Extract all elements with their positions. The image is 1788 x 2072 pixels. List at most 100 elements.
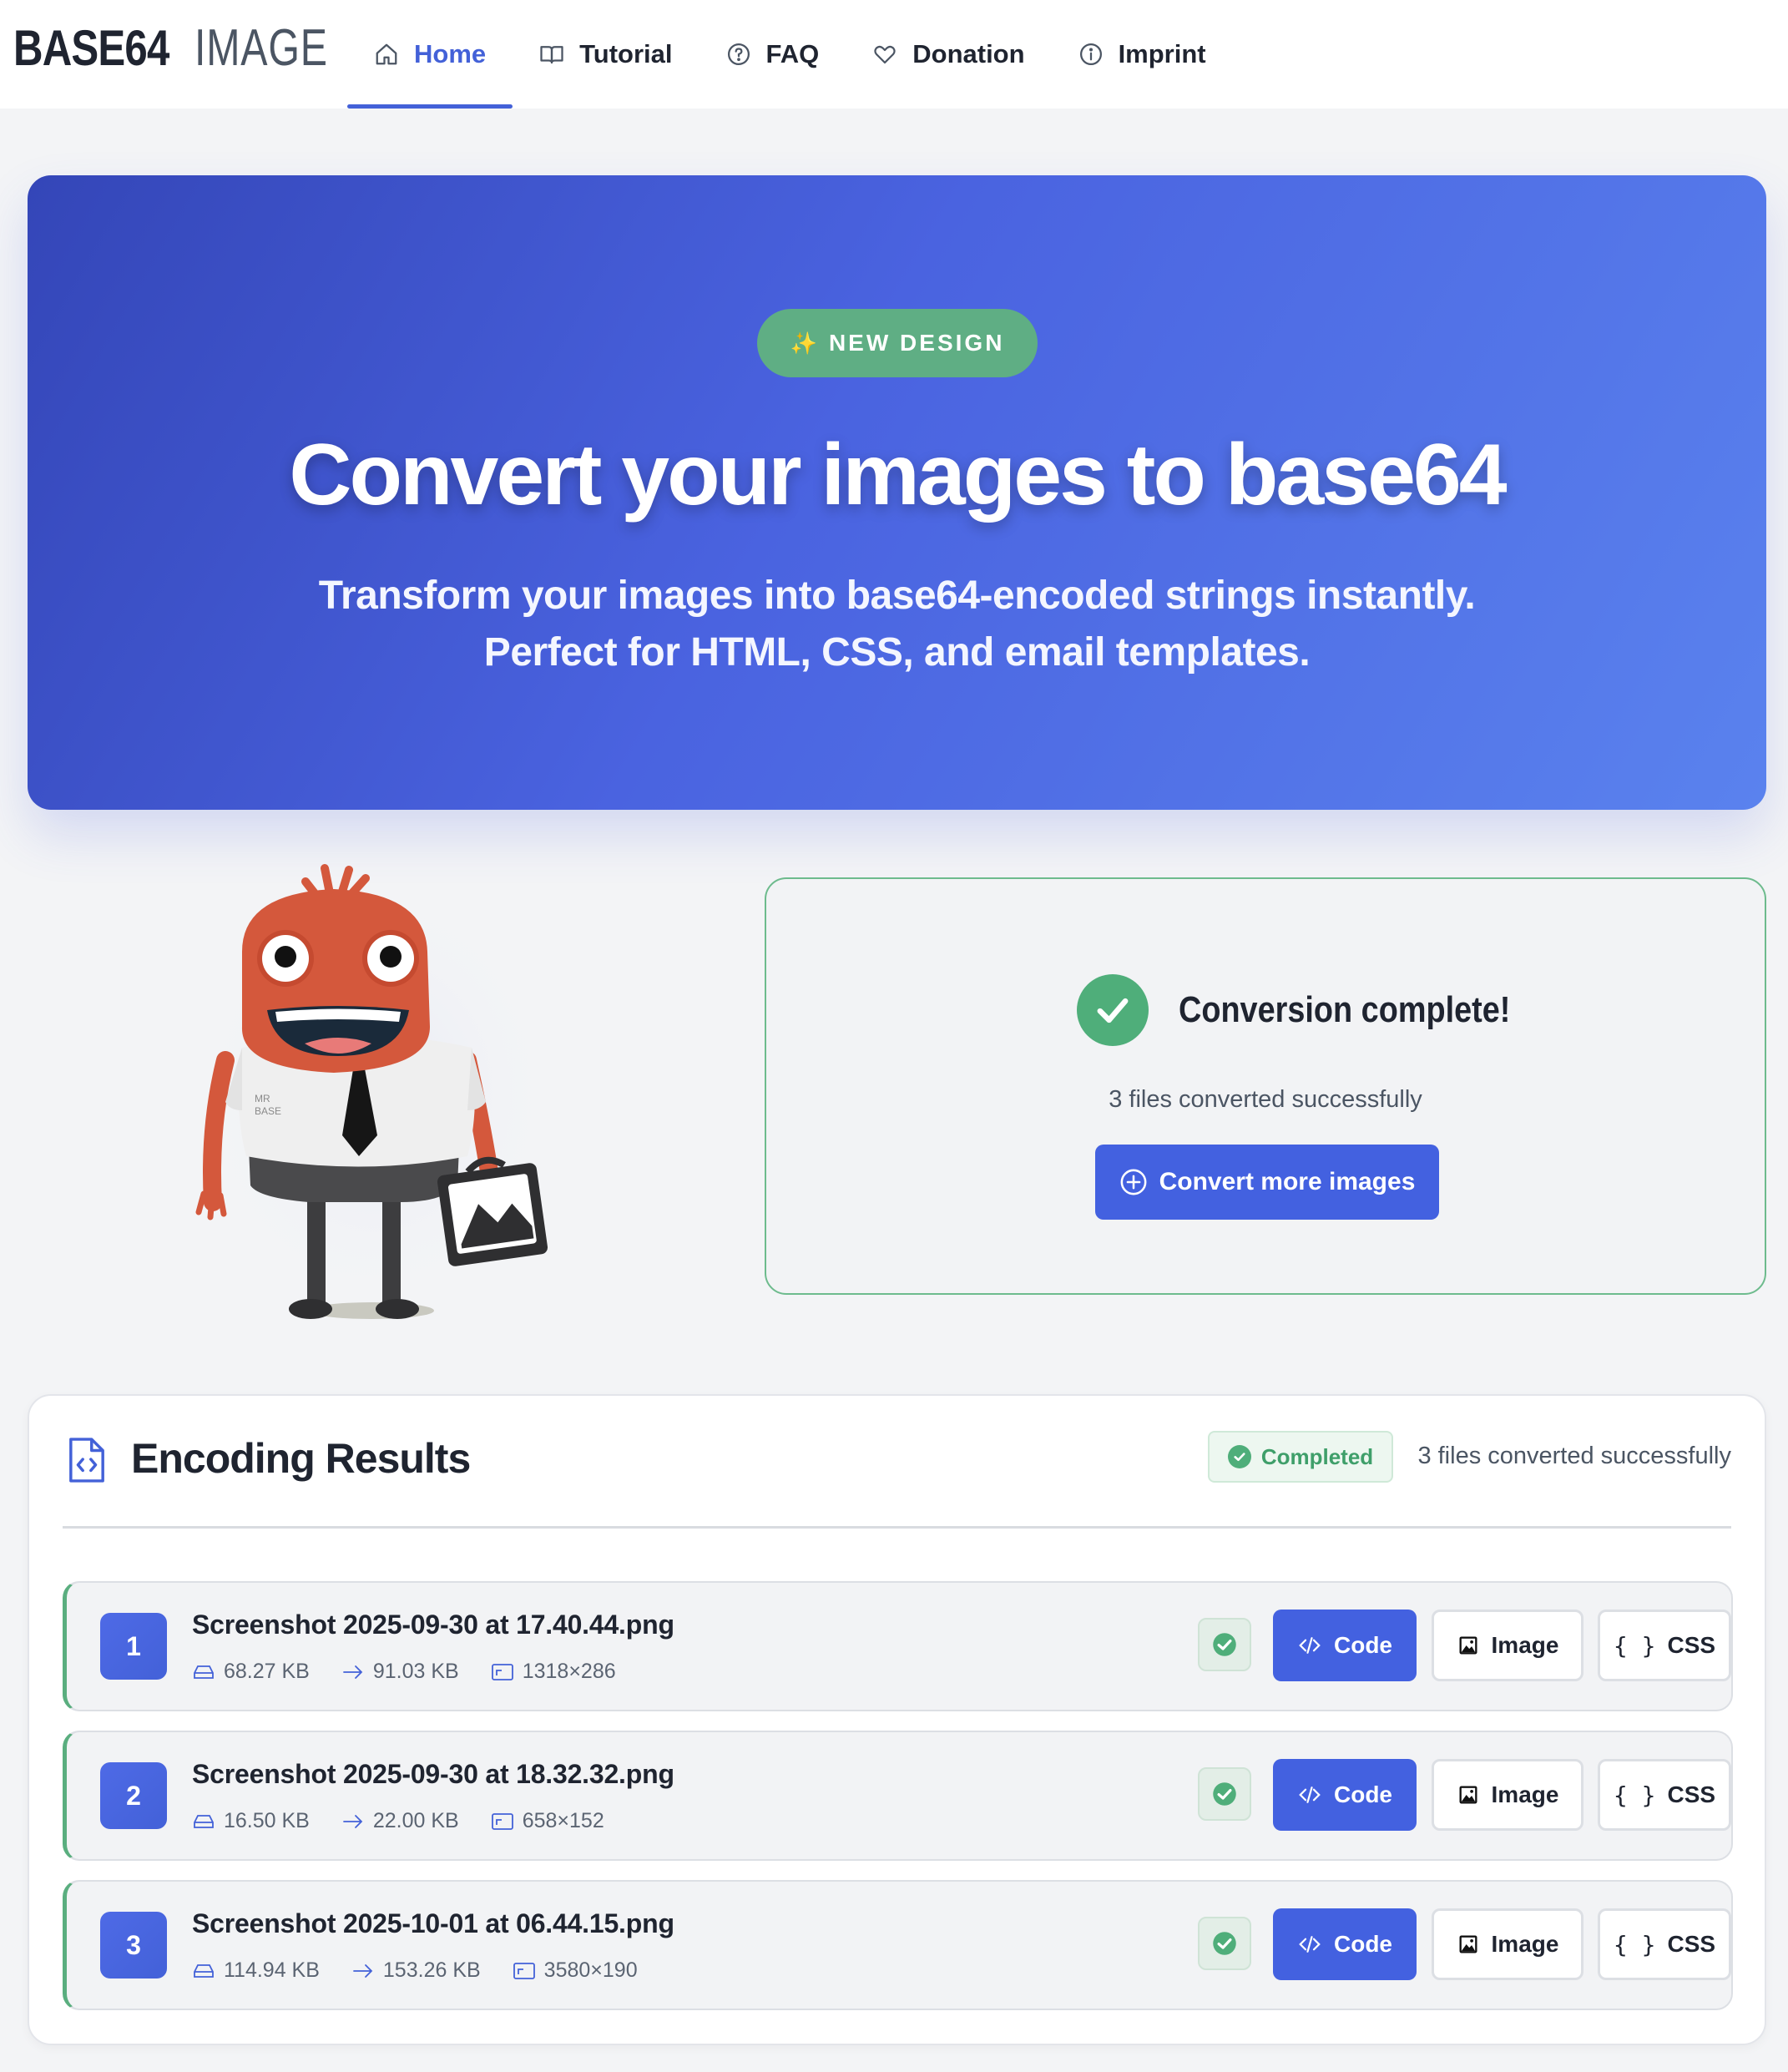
encoding-results-card: Encoding Results Completed 3 files conve… [28,1394,1766,2045]
home-icon [374,42,399,67]
file-row: 1 Screenshot 2025-09-30 at 17.40.44.png … [63,1581,1733,1711]
hero-subtitle-line2: Perfect for HTML, CSS, and email templat… [483,630,1311,675]
success-check-icon [1198,1767,1251,1821]
code-button[interactable]: Code [1273,1759,1417,1831]
image-button-label: Image [1491,1931,1559,1957]
code-button[interactable]: Code [1273,1610,1417,1681]
status-badge: Completed [1208,1431,1393,1483]
braces-icon: { } [1613,1781,1656,1809]
conversion-subtitle: 3 files converted successfully [1109,1086,1422,1113]
code-button[interactable]: Code [1273,1908,1417,1980]
nav-faq-label: FAQ [765,39,820,68]
encoded-size: 91.03 KB [372,1660,459,1683]
css-button[interactable]: { } CSS [1598,1610,1731,1681]
hero-banner: ✨ NEW DESIGN Convert your images to base… [28,175,1766,810]
nav-donation-label: Donation [912,39,1025,68]
hero-subtitle-line1: Transform your images into base64-encode… [318,574,1476,618]
file-code-icon [68,1436,106,1484]
svg-text:MR: MR [255,1093,270,1104]
check-circle-icon [1077,974,1149,1046]
image-button[interactable]: Image [1432,1759,1583,1831]
code-icon [1297,1782,1322,1807]
convert-more-label: Convert more images [1159,1168,1416,1195]
code-button-label: Code [1334,1781,1392,1807]
file-name: Screenshot 2025-10-01 at 06.44.15.png [192,1908,674,1938]
nav-tutorial[interactable]: Tutorial [513,0,699,109]
arrow-right-icon [341,1663,365,1681]
convert-more-button[interactable]: Convert more images [1095,1145,1439,1220]
image-icon [1457,1783,1480,1807]
css-button[interactable]: { } CSS [1598,1908,1731,1980]
image-dimensions: 658×152 [522,1809,604,1832]
original-size: 68.27 KB [224,1660,310,1683]
sparkle-icon: ✨ [790,330,817,356]
new-design-badge: ✨ NEW DESIGN [757,309,1038,377]
top-header: BASE64 IMAGE Home Tutorial FAQ Donation [0,0,1788,109]
info-icon [1078,42,1104,67]
nav-home-label: Home [414,39,487,68]
image-icon [1457,1634,1480,1657]
logo-base-text: BASE64 [13,20,169,76]
hero-subtitle: Transform your images into base64-encode… [278,568,1516,681]
plus-circle-icon [1119,1168,1148,1196]
nav-home[interactable]: Home [347,0,513,109]
divider [63,1526,1731,1529]
file-meta: 114.94 KB 153.26 KB 3580×190 [192,1958,638,1983]
image-button-label: Image [1491,1632,1559,1658]
dimensions-icon [513,1962,536,1980]
conversion-title-row: Conversion complete! [1077,974,1564,1046]
original-size: 114.94 KB [224,1958,320,1982]
hard-drive-icon [192,1663,215,1681]
code-icon [1297,1932,1322,1957]
main-nav: Home Tutorial FAQ Donation Imprint [347,0,1233,109]
code-icon [1297,1633,1322,1658]
image-dimensions: 3580×190 [543,1958,638,1982]
nav-tutorial-label: Tutorial [579,39,673,68]
hard-drive-icon [192,1962,215,1980]
file-row: 2 Screenshot 2025-09-30 at 18.32.32.png … [63,1731,1733,1861]
conversion-complete-card: Conversion complete! 3 files converted s… [765,877,1766,1295]
book-icon [539,42,564,67]
badge-label: NEW DESIGN [828,330,1005,356]
braces-icon: { } [1613,1631,1656,1660]
hard-drive-icon [192,1812,215,1831]
question-icon [726,42,751,67]
image-button[interactable]: Image [1432,1908,1583,1980]
code-button-label: Code [1334,1632,1392,1658]
braces-icon: { } [1613,1930,1656,1958]
results-summary: 3 files converted successfully [1417,1443,1731,1469]
file-meta: 16.50 KB 22.00 KB 658×152 [192,1809,604,1833]
success-check-icon [1198,1917,1251,1970]
results-title: Encoding Results [131,1435,471,1482]
svg-text:BASE: BASE [255,1105,281,1117]
css-button[interactable]: { } CSS [1598,1759,1731,1831]
original-size: 16.50 KB [224,1809,310,1832]
check-circle-icon [1227,1445,1251,1468]
image-button[interactable]: Image [1432,1610,1583,1681]
logo-image-text: IMAGE [194,19,329,77]
nav-imprint-label: Imprint [1118,39,1206,68]
arrow-right-icon [341,1812,365,1831]
file-number: 3 [100,1912,167,1979]
mascot-illustration: MR BASE [192,860,576,1327]
encoded-size: 22.00 KB [372,1809,459,1832]
image-dimensions: 1318×286 [522,1660,616,1683]
image-icon [1457,1933,1480,1956]
arrow-right-icon [351,1962,375,1980]
nav-faq[interactable]: FAQ [700,0,846,109]
file-row: 3 Screenshot 2025-10-01 at 06.44.15.png … [63,1880,1733,2010]
nav-donation[interactable]: Donation [846,0,1051,109]
dimensions-icon [491,1663,514,1681]
file-name: Screenshot 2025-09-30 at 17.40.44.png [192,1610,674,1640]
image-button-label: Image [1491,1781,1559,1807]
status-badge-label: Completed [1260,1443,1374,1469]
file-name: Screenshot 2025-09-30 at 18.32.32.png [192,1759,674,1789]
code-button-label: Code [1334,1931,1392,1957]
encoded-size: 153.26 KB [382,1958,481,1982]
nav-imprint[interactable]: Imprint [1052,0,1233,109]
dimensions-icon [491,1812,514,1831]
css-button-label: CSS [1667,1781,1716,1807]
file-number: 1 [100,1613,167,1680]
site-logo[interactable]: BASE64 IMAGE [13,18,366,77]
file-number: 2 [100,1762,167,1829]
